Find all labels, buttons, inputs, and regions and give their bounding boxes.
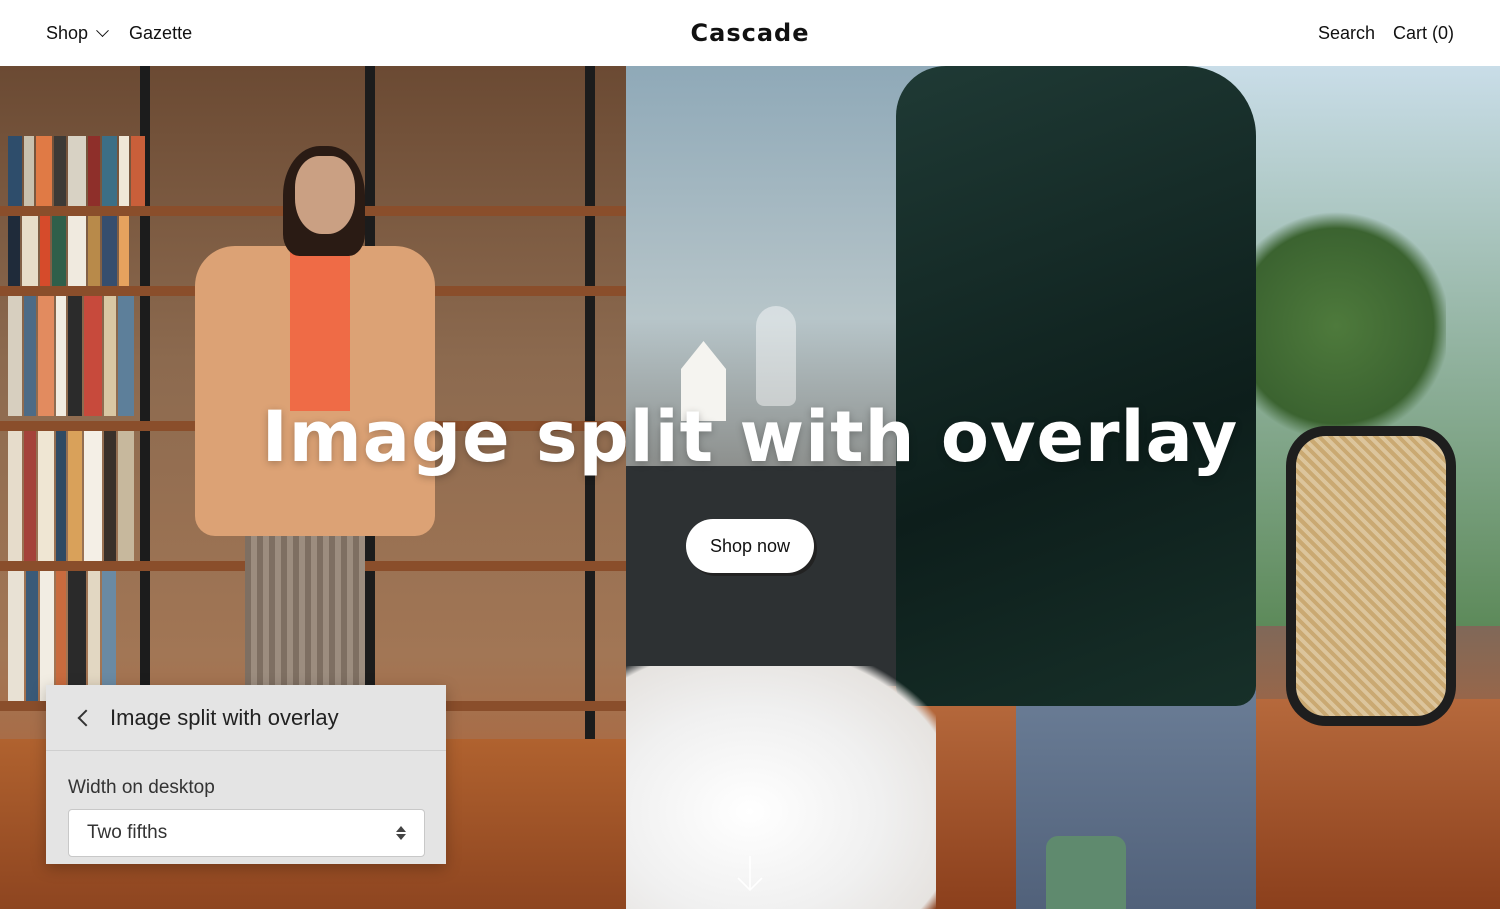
cart-link[interactable]: Cart (0) [1393, 23, 1454, 44]
chevron-down-icon [96, 23, 109, 37]
hero-image-right [626, 66, 1500, 909]
model-coat [896, 66, 1256, 706]
nav-left: Shop Gazette [46, 23, 1318, 44]
section-settings-panel: Image split with overlay Width on deskto… [46, 685, 446, 864]
nav-gazette-label: Gazette [129, 22, 193, 43]
up-down-chevron-icon [396, 826, 406, 840]
search-link[interactable]: Search [1318, 23, 1375, 44]
width-select-value: Two fifths [87, 822, 168, 843]
model-boot [1046, 836, 1126, 909]
width-field-label: Width on desktop [68, 777, 215, 798]
width-select[interactable]: Two fifths [68, 809, 425, 857]
hero-title: Image split with overlay [261, 396, 1239, 478]
vase [756, 306, 796, 406]
nav-right: Search Cart (0) [1318, 23, 1454, 44]
site-logo[interactable]: Cascade [691, 19, 810, 47]
settings-title: Image split with overlay [110, 704, 339, 730]
nav-shop-label: Shop [46, 22, 89, 43]
nav-gazette[interactable]: Gazette [129, 23, 192, 44]
shop-now-button[interactable]: Shop now [686, 519, 814, 573]
nav-shop[interactable]: Shop [46, 22, 109, 44]
settings-header: Image split with overlay [46, 685, 446, 751]
arrow-down-icon[interactable] [736, 854, 764, 894]
fur-throw [626, 666, 936, 909]
chevron-left-icon[interactable] [77, 709, 95, 726]
site-header: Shop Gazette Cascade Search Cart (0) [0, 0, 1500, 66]
